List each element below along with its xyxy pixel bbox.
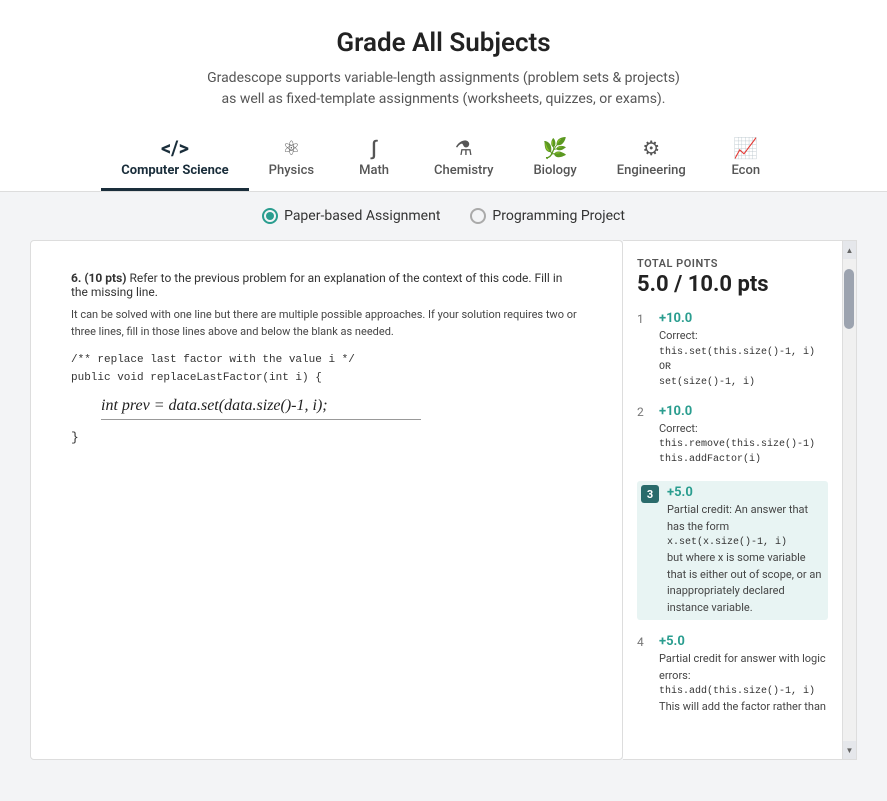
rubric-desc-1: Correct: <box>659 328 815 345</box>
programming-radio-circle <box>470 208 486 224</box>
tab-physics[interactable]: ⚛ Physics <box>249 126 334 191</box>
rubric-desc-4: Partial credit for answer with logic err… <box>659 651 828 684</box>
engineering-icon: ⚙ <box>642 138 660 158</box>
programming-project-radio[interactable]: Programming Project <box>470 208 625 224</box>
rubric-item-2: 2 +10.0 Correct: this.remove(this.size()… <box>637 404 828 468</box>
rubric-desc-3: Partial credit: An answer that has the f… <box>667 502 824 535</box>
total-points-label: TOTAL POINTS <box>637 257 828 270</box>
rubric-item-4: 4 +5.0 Partial credit for answer with lo… <box>637 634 828 716</box>
rubric-num-2: 2 <box>637 404 651 419</box>
rubric-score-1: +10.0 <box>659 311 815 326</box>
rubric-code-1: this.set(this.size()-1, i)ORset(size()-1… <box>659 345 815 390</box>
rubric-desc-4b: This will add the factor rather than <box>659 699 828 716</box>
math-icon: ∫ <box>371 138 377 158</box>
scrollbar-track <box>843 259 856 741</box>
closing-brace: } <box>71 430 582 445</box>
rubric-code-2: this.remove(this.size()-1)this.addFactor… <box>659 437 815 467</box>
question-context: It can be solved with one line but there… <box>71 307 582 340</box>
rubric-code-3: x.set(x.size()-1, i) <box>667 535 824 550</box>
paper-assignment-radio[interactable]: Paper-based Assignment <box>262 208 440 224</box>
question-text: 6. (10 pts) Refer to the previous proble… <box>71 271 582 299</box>
tab-engineering[interactable]: ⚙ Engineering <box>597 126 706 191</box>
assignment-type-row: Paper-based Assignment Programming Proje… <box>0 192 887 240</box>
chemistry-icon: ⚗ <box>455 138 473 158</box>
computer-science-icon: </> <box>161 138 189 158</box>
rubric-desc-2: Correct: <box>659 421 815 438</box>
page-header: Grade All Subjects Gradescope supports v… <box>0 0 887 126</box>
tab-biology[interactable]: 🌿 Biology <box>513 126 596 191</box>
tab-econ[interactable]: 📈 Econ <box>706 126 786 191</box>
rubric-num-1: 1 <box>637 311 651 326</box>
rubric-score-3: +5.0 <box>667 485 824 500</box>
rubric-num-badge-3: 3 <box>641 485 659 503</box>
scrollbar-up-arrow[interactable]: ▲ <box>843 241 856 259</box>
page-subtitle: Gradescope supports variable-length assi… <box>20 68 867 110</box>
biology-icon: 🌿 <box>543 138 568 158</box>
assignment-panel: 6. (10 pts) Refer to the previous proble… <box>30 240 623 760</box>
code-before: /** replace last factor with the value i… <box>71 352 582 387</box>
total-points-value: 5.0 / 10.0 pts <box>637 272 828 297</box>
page-title: Grade All Subjects <box>20 28 867 58</box>
rubric-code-4: this.add(this.size()-1, i) <box>659 684 828 699</box>
rubric-item-1: 1 +10.0 Correct: this.set(this.size()-1,… <box>637 311 828 390</box>
physics-icon: ⚛ <box>282 138 300 158</box>
handwritten-answer: int prev = data.set(data.size()-1, i); <box>101 397 421 420</box>
scrollbar[interactable]: ▲ ▼ <box>843 240 857 760</box>
paper-radio-circle <box>262 208 278 224</box>
rubric-panel: TOTAL POINTS 5.0 / 10.0 pts 1 +10.0 Corr… <box>623 240 843 760</box>
scrollbar-down-arrow[interactable]: ▼ <box>843 741 856 759</box>
econ-icon: 📈 <box>733 138 758 158</box>
tab-math[interactable]: ∫ Math <box>334 126 414 191</box>
rubric-score-4: +5.0 <box>659 634 828 649</box>
tab-computer-science[interactable]: </> Computer Science <box>101 126 248 191</box>
rubric-num-4: 4 <box>637 634 651 649</box>
rubric-item-3: 3 +5.0 Partial credit: An answer that ha… <box>637 481 828 620</box>
rubric-score-2: +10.0 <box>659 404 815 419</box>
scrollbar-thumb[interactable] <box>844 269 854 329</box>
subject-tabs: </> Computer Science ⚛ Physics ∫ Math ⚗ … <box>0 126 887 192</box>
tab-chemistry[interactable]: ⚗ Chemistry <box>414 126 513 191</box>
rubric-desc-3b: but where x is some variable that is eit… <box>667 550 824 616</box>
main-content: 6. (10 pts) Refer to the previous proble… <box>30 240 857 760</box>
